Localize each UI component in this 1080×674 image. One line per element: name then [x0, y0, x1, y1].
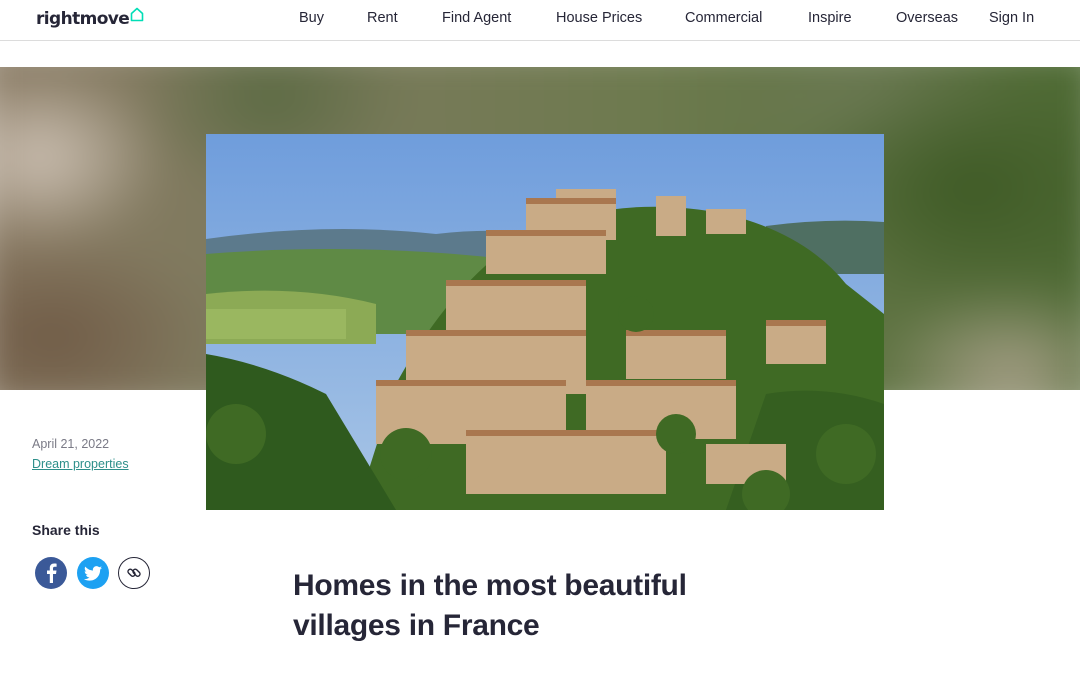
link-icon [127, 568, 141, 577]
nav-inspire[interactable]: Inspire [808, 10, 852, 26]
share-heading: Share this [32, 522, 100, 538]
featured-village-photo [206, 134, 884, 510]
nav-rent[interactable]: Rent [367, 10, 398, 26]
main-nav: Buy Rent Find Agent House Prices Commerc… [0, 0, 1080, 38]
twitter-share-button[interactable] [77, 557, 109, 589]
village-illustration [206, 134, 884, 510]
site-header: rightmove Buy Rent Find Agent House Pric… [0, 0, 1080, 41]
twitter-icon [84, 565, 102, 581]
copy-link-button[interactable] [118, 557, 150, 589]
nav-commercial[interactable]: Commercial [685, 10, 762, 26]
article-date: April 21, 2022 [32, 437, 110, 451]
nav-sign-in[interactable]: Sign In [989, 10, 1034, 26]
nav-buy[interactable]: Buy [299, 10, 324, 26]
nav-house-prices[interactable]: House Prices [556, 10, 642, 26]
nav-overseas[interactable]: Overseas [896, 10, 958, 26]
facebook-share-button[interactable] [35, 557, 67, 589]
facebook-icon [47, 563, 57, 583]
article-title: Homes in the most beautiful villages in … [293, 569, 687, 642]
category-link[interactable]: Dream properties [32, 457, 129, 471]
nav-find-agent[interactable]: Find Agent [442, 10, 511, 26]
